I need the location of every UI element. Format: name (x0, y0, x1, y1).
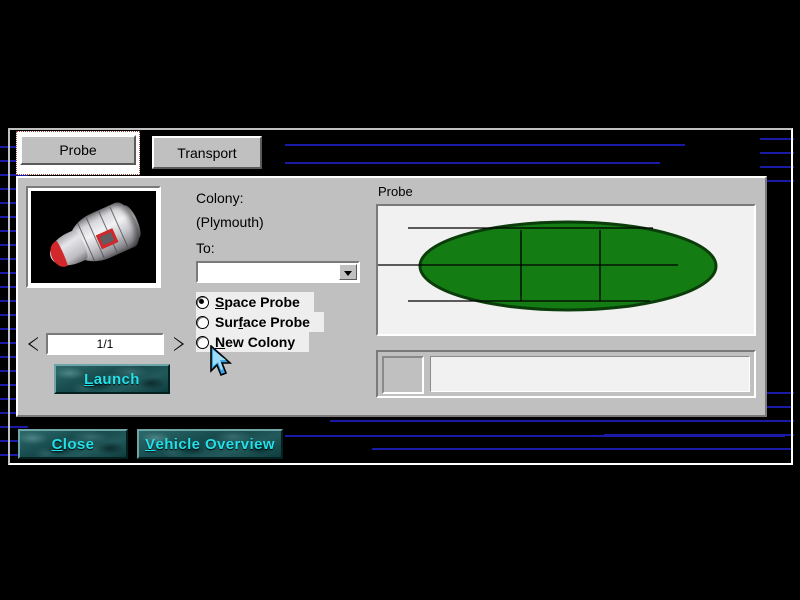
destination-combobox[interactable] (196, 261, 360, 283)
launch-button-label: aunch (94, 371, 140, 388)
radio-new-colony[interactable]: New Colony (196, 332, 309, 352)
tab-transport[interactable]: Transport (152, 136, 262, 169)
chevron-down-icon (344, 271, 352, 276)
launch-button-accel: L (84, 371, 94, 388)
mission-type-radio-group: Space Probe Surface Probe New Colony (196, 292, 324, 352)
vehicle-page-field[interactable]: 1/1 (46, 333, 164, 355)
vehicle-page-value: 1/1 (97, 337, 114, 351)
radio-new-colony-label: New Colony (215, 334, 295, 350)
previous-vehicle-button[interactable] (26, 335, 40, 353)
radio-space-probe-label: Space Probe (215, 294, 300, 310)
probe-group-title: Probe (378, 184, 413, 199)
tab-transport-label: Transport (177, 145, 236, 161)
radio-space-probe-mark (196, 296, 209, 309)
tab-probe[interactable]: Probe (20, 135, 136, 165)
radio-surface-probe-label: Surface Probe (215, 314, 310, 330)
radio-new-colony-mark (196, 336, 209, 349)
chevron-right-icon-fill (174, 338, 182, 350)
probe-group: Probe (374, 182, 759, 412)
destination-dropdown-button[interactable] (339, 264, 357, 280)
vehicle-overview-label: ehicle Overview (156, 436, 275, 453)
probe-diagram-canvas (376, 204, 756, 336)
radio-space-probe[interactable]: Space Probe (196, 292, 314, 312)
colony-label: Colony: (196, 190, 243, 206)
colony-value: (Plymouth) (196, 214, 264, 230)
desktop-root: Probe Transport (0, 0, 800, 600)
vehicle-thumbnail-frame (26, 186, 161, 288)
close-button-label: lose (63, 436, 95, 453)
tab-probe-label: Probe (59, 142, 96, 158)
vehicle-page-spinner: 1/1 (26, 333, 186, 355)
radio-surface-probe-mark (196, 316, 209, 329)
vehicle-overview-accel: V (145, 436, 155, 453)
capsule-graphic (41, 198, 145, 279)
vehicle-overview-button[interactable]: Vehicle Overview (137, 429, 283, 459)
vehicle-thumbnail-image (31, 191, 156, 283)
launch-button[interactable]: Launch (54, 364, 170, 394)
probe-status-icon (382, 356, 424, 394)
main-panel: 1/1 Launch Colony: (Plymouth) To: Space … (16, 176, 767, 417)
probe-status-text (430, 356, 750, 392)
next-vehicle-button[interactable] (172, 335, 186, 353)
chevron-left-icon-fill (30, 338, 38, 350)
probe-hull-ellipse (420, 222, 716, 310)
radio-surface-probe[interactable]: Surface Probe (196, 312, 324, 332)
close-button[interactable]: Close (18, 429, 128, 459)
destination-label: To: (196, 240, 215, 256)
probe-status-bar (376, 350, 756, 398)
close-button-accel: C (52, 436, 63, 453)
tab-probe-focus-ring: Probe (16, 131, 140, 175)
probe-diagram-svg (378, 206, 754, 334)
